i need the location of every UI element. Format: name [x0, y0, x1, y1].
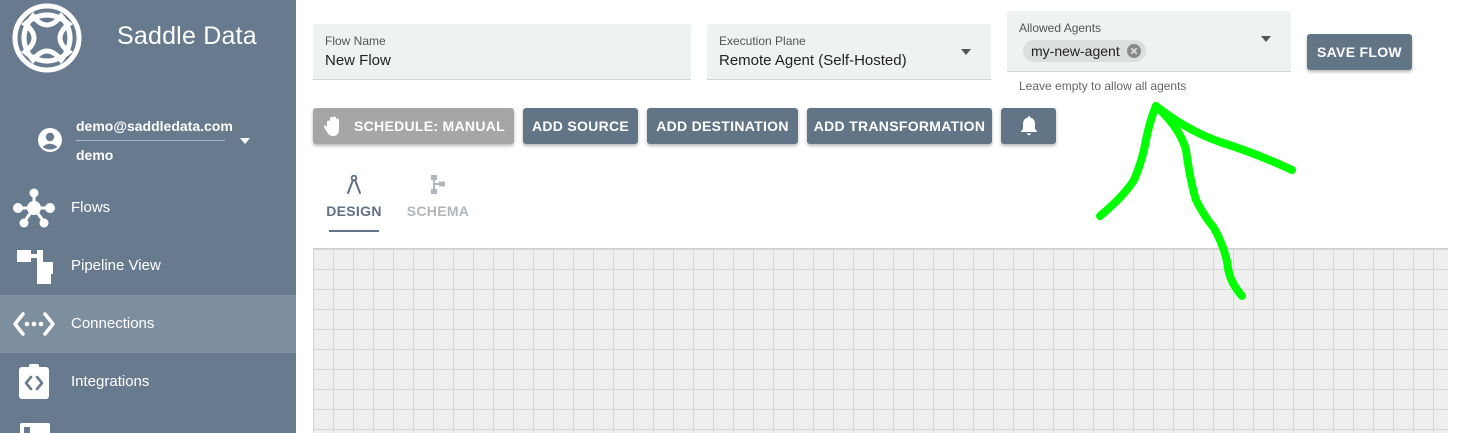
- save-flow-label: SAVE FLOW: [1317, 44, 1402, 60]
- remove-chip-icon[interactable]: [1126, 44, 1141, 58]
- brand-name: Saddle Data: [117, 22, 257, 50]
- celtic-knot-logo-icon: [12, 3, 82, 73]
- compass-icon: [347, 174, 361, 194]
- save-flow-button[interactable]: SAVE FLOW: [1307, 34, 1412, 70]
- add-source-button[interactable]: ADD SOURCE: [523, 108, 638, 144]
- execution-plane-select[interactable]: Execution Plane Remote Agent (Self-Hoste…: [707, 24, 991, 80]
- chevron-down-icon[interactable]: [239, 137, 251, 145]
- integration-icon: [19, 364, 49, 399]
- sidebar-item-connections[interactable]: Connections: [0, 295, 296, 353]
- notifications-button[interactable]: [1001, 108, 1056, 144]
- flow-name-input[interactable]: New Flow: [325, 52, 391, 69]
- flow-editor: Flow Name New Flow Execution Plane Remot…: [296, 0, 1462, 433]
- add-source-label: ADD SOURCE: [531, 118, 630, 134]
- card-icon: [20, 423, 50, 433]
- agent-chip[interactable]: my-new-agent: [1023, 40, 1146, 62]
- hand-icon: [323, 116, 339, 136]
- design-canvas[interactable]: [313, 248, 1448, 433]
- add-destination-label: ADD DESTINATION: [656, 118, 789, 134]
- dropdown-arrow-icon: [961, 49, 971, 55]
- schedule-label: SCHEDULE: MANUAL: [353, 118, 505, 134]
- allowed-agents-helper: Leave empty to allow all agents: [1019, 79, 1187, 93]
- tab-design[interactable]: DESIGN: [319, 170, 389, 232]
- sidebar: Saddle Data demo@saddledata.com demo Flo…: [0, 0, 296, 433]
- sidebar-item-label: Integrations: [71, 373, 150, 390]
- user-name: demo: [76, 147, 114, 163]
- schedule-button[interactable]: SCHEDULE: MANUAL: [313, 108, 514, 144]
- sidebar-item-next[interactable]: [0, 411, 296, 433]
- add-destination-button[interactable]: ADD DESTINATION: [647, 108, 798, 144]
- allowed-agents-select[interactable]: Allowed Agents my-new-agent: [1007, 11, 1291, 72]
- add-transformation-label: ADD TRANSFORMATION: [813, 118, 986, 134]
- schema-icon: [431, 175, 445, 194]
- allowed-agents-label: Allowed Agents: [1019, 21, 1102, 35]
- dropdown-arrow-icon: [1261, 36, 1271, 42]
- tab-label: SCHEMA: [406, 203, 470, 219]
- brand[interactable]: Saddle Data: [0, 0, 296, 76]
- sidebar-item-label: Connections: [71, 315, 155, 332]
- user-email: demo@saddledata.com: [76, 118, 233, 134]
- bell-icon: [1020, 116, 1037, 136]
- add-transformation-button[interactable]: ADD TRANSFORMATION: [807, 108, 992, 144]
- sidebar-item-flows[interactable]: Flows: [0, 179, 296, 237]
- tab-active-indicator: [329, 230, 379, 232]
- network-nodes-icon: [13, 188, 55, 228]
- user-menu[interactable]: demo@saddledata.com demo: [0, 110, 296, 172]
- user-divider: [76, 140, 225, 141]
- sidebar-item-label: Pipeline View: [71, 257, 161, 274]
- tab-schema[interactable]: SCHEMA: [403, 170, 473, 232]
- flow-name-field[interactable]: Flow Name New Flow: [313, 24, 691, 80]
- tab-label: DESIGN: [326, 203, 382, 219]
- connection-icon: [13, 312, 55, 336]
- app-root: Saddle Data demo@saddledata.com demo Flo…: [0, 0, 1462, 433]
- agent-chip-label: my-new-agent: [1031, 43, 1120, 59]
- sidebar-item-integrations[interactable]: Integrations: [0, 353, 296, 411]
- sidebar-item-label: Flows: [71, 199, 111, 216]
- execution-plane-label: Execution Plane: [719, 34, 806, 48]
- sidebar-item-pipeline-view[interactable]: Pipeline View: [0, 237, 296, 295]
- execution-plane-value: Remote Agent (Self-Hosted): [719, 52, 907, 69]
- account-circle-icon: [38, 128, 62, 152]
- flow-name-label: Flow Name: [325, 34, 386, 48]
- pipeline-icon: [17, 250, 53, 284]
